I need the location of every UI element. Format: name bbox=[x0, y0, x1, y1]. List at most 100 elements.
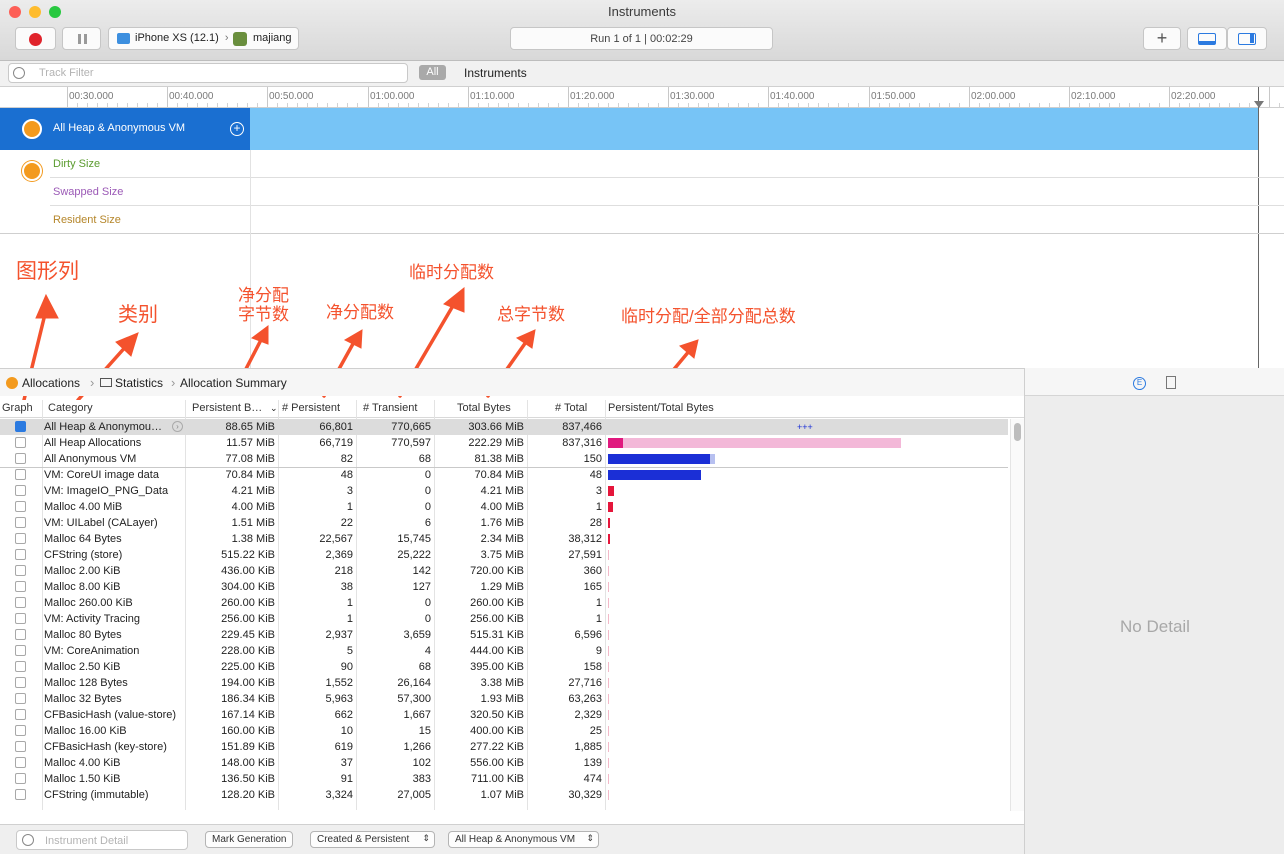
table-row[interactable]: VM: CoreUI image data 70.84 MiB 48 0 70.84 M… bbox=[0, 467, 1008, 483]
track-swapped-size[interactable]: Swapped Size bbox=[53, 186, 123, 198]
track-filter-field[interactable]: Track Filter bbox=[8, 63, 408, 83]
table-row[interactable]: Malloc 260.00 KiB 260.00 KiB 1 0 260.00 KiB 1 bbox=[0, 595, 1008, 611]
transient-cell: 127 bbox=[412, 581, 431, 593]
graph-checkbox[interactable] bbox=[15, 629, 26, 640]
graph-checkbox[interactable] bbox=[15, 741, 26, 752]
graph-checkbox[interactable] bbox=[15, 581, 26, 592]
table-scrollbar[interactable] bbox=[1010, 419, 1024, 811]
column-graph[interactable]: Graph bbox=[2, 402, 33, 414]
graph-checkbox[interactable] bbox=[15, 533, 26, 544]
graph-checkbox[interactable] bbox=[15, 565, 26, 576]
persistent-bytes-bar bbox=[608, 790, 609, 800]
track-resident-size[interactable]: Resident Size bbox=[53, 214, 121, 226]
graph-checkbox[interactable] bbox=[15, 549, 26, 560]
track-graph-all-heap[interactable] bbox=[250, 108, 1258, 150]
table-row[interactable]: Malloc 4.00 MiB 4.00 MiB 1 0 4.00 MiB 1 bbox=[0, 499, 1008, 515]
table-row[interactable]: VM: UILabel (CALayer) 1.51 MiB 22 6 1.76 MiB… bbox=[0, 515, 1008, 531]
table-row[interactable]: Malloc 64 Bytes 1.38 MiB 22,567 15,745 2.34 … bbox=[0, 531, 1008, 547]
graph-checkbox[interactable] bbox=[15, 437, 26, 448]
record-button[interactable] bbox=[15, 27, 56, 50]
playhead[interactable] bbox=[1258, 87, 1259, 369]
graph-checkbox[interactable] bbox=[15, 517, 26, 528]
scope-all-button[interactable]: All bbox=[419, 65, 446, 80]
graph-checkbox[interactable] bbox=[15, 709, 26, 720]
scrollbar-thumb[interactable] bbox=[1014, 423, 1021, 441]
graph-checkbox[interactable] bbox=[15, 421, 26, 432]
total-bytes-cell: 1.07 MiB bbox=[480, 789, 524, 801]
arrow-ratio-icon bbox=[679, 339, 699, 359]
table-row[interactable]: Malloc 4.00 KiB 148.00 KiB 37 102 556.00 KiB… bbox=[0, 755, 1008, 771]
table-row[interactable]: Malloc 8.00 KiB 304.00 KiB 38 127 1.29 MiB 16… bbox=[0, 579, 1008, 595]
focus-arrow-icon[interactable]: › bbox=[172, 421, 183, 432]
track-dirty-size[interactable]: Dirty Size bbox=[53, 158, 100, 170]
table-row[interactable]: Malloc 2.00 KiB 436.00 KiB 218 142 720.00 Ki… bbox=[0, 563, 1008, 579]
graph-checkbox[interactable] bbox=[15, 501, 26, 512]
persistent-bytes-bar bbox=[608, 502, 613, 512]
table-row[interactable]: Malloc 16.00 KiB 160.00 KiB 10 15 400.00 KiB… bbox=[0, 723, 1008, 739]
persistent-bytes-cell: 128.20 KiB bbox=[221, 789, 275, 801]
breadcrumb-statistics[interactable]: Statistics bbox=[115, 376, 163, 390]
mark-generation-button[interactable]: Mark Generation bbox=[205, 831, 294, 848]
persistent-bytes-cell: 11.57 MiB bbox=[226, 437, 275, 449]
column-total[interactable]: # Total bbox=[555, 402, 587, 414]
graph-checkbox[interactable] bbox=[15, 469, 26, 480]
table-row[interactable]: VM: CoreAnimation 228.00 KiB 5 4 444.00 KiB 9 bbox=[0, 643, 1008, 659]
column-category[interactable]: Category bbox=[48, 402, 93, 414]
column-persistent-total-bytes[interactable]: Persistent/Total Bytes bbox=[608, 402, 714, 414]
graph-checkbox[interactable] bbox=[15, 661, 26, 672]
toggle-right-panel-button[interactable] bbox=[1227, 27, 1267, 50]
column-total-bytes[interactable]: Total Bytes bbox=[457, 402, 511, 414]
table-row[interactable]: VM: Activity Tracing 256.00 KiB 1 0 256.00 K… bbox=[0, 611, 1008, 627]
column-transient[interactable]: # Transient bbox=[363, 402, 417, 414]
persistent-cell: 5 bbox=[346, 645, 353, 657]
graph-checkbox[interactable] bbox=[15, 485, 26, 496]
toggle-bottom-panel-button[interactable] bbox=[1187, 27, 1227, 50]
graph-checkbox[interactable] bbox=[15, 677, 26, 688]
target-selector[interactable]: iPhone XS (12.1) › majiang bbox=[108, 27, 299, 50]
graph-checkbox[interactable] bbox=[15, 693, 26, 704]
breadcrumb-allocations[interactable]: Allocations bbox=[22, 376, 80, 390]
device-name: iPhone XS (12.1) bbox=[135, 32, 219, 44]
table-row[interactable]: Malloc 80 Bytes 229.45 KiB 2,937 3,659 515.3… bbox=[0, 627, 1008, 643]
scope-instruments-button[interactable]: Instruments bbox=[464, 66, 527, 80]
add-instrument-button[interactable]: + bbox=[1143, 27, 1181, 50]
graph-checkbox[interactable] bbox=[15, 757, 26, 768]
table-row[interactable]: CFString (immutable) 128.20 KiB 3,324 27,00… bbox=[0, 787, 1008, 803]
total-cell: 25 bbox=[589, 725, 602, 737]
allocation-type-popup[interactable]: All Heap & Anonymous VM ⇕ bbox=[448, 831, 599, 848]
table-row[interactable]: All Heap & Anonymou… 88.65 MiB 66,801 770,6… bbox=[0, 419, 1008, 435]
document-icon[interactable] bbox=[1166, 376, 1176, 389]
graph-checkbox[interactable] bbox=[15, 789, 26, 800]
table-row[interactable]: All Heap Allocations 11.57 MiB 66,719 770,5… bbox=[0, 435, 1008, 451]
table-row[interactable]: VM: ImageIO_PNG_Data 4.21 MiB 3 0 4.21 MiB 3 bbox=[0, 483, 1008, 499]
graph-checkbox[interactable] bbox=[15, 613, 26, 624]
graph-checkbox[interactable] bbox=[15, 725, 26, 736]
add-track-icon[interactable]: + bbox=[230, 122, 244, 136]
table-row[interactable]: CFBasicHash (key-store) 151.89 KiB 619 1,26… bbox=[0, 739, 1008, 755]
table-row[interactable]: Malloc 2.50 KiB 225.00 KiB 90 68 395.00 KiB 1… bbox=[0, 659, 1008, 675]
category-cell: Malloc 4.00 MiB bbox=[44, 501, 123, 513]
graph-checkbox[interactable] bbox=[15, 453, 26, 464]
table-row[interactable]: Malloc 1.50 KiB 136.50 KiB 91 383 711.00 KiB… bbox=[0, 771, 1008, 787]
extended-detail-icon[interactable]: E bbox=[1133, 377, 1146, 390]
allocations-instrument-icon bbox=[22, 119, 42, 139]
lifespan-popup[interactable]: Created & Persistent ⇕ bbox=[310, 831, 435, 848]
allocation-table[interactable]: All Heap & Anonymou… 88.65 MiB 66,801 770,6… bbox=[0, 419, 1008, 811]
table-row[interactable]: CFBasicHash (value-store) 167.14 KiB 662 1,… bbox=[0, 707, 1008, 723]
ruler-tick bbox=[568, 87, 569, 107]
breadcrumb-allocation-summary[interactable]: Allocation Summary bbox=[180, 376, 287, 390]
table-row[interactable]: Malloc 128 Bytes 194.00 KiB 1,552 26,164 3.3… bbox=[0, 675, 1008, 691]
graph-checkbox[interactable] bbox=[15, 645, 26, 656]
column-persistent[interactable]: # Persistent bbox=[282, 402, 340, 414]
timeline-ruler[interactable]: 00:30.000 00:40.000 00:50.000 01:00.000 01:1… bbox=[0, 87, 1284, 108]
table-row[interactable]: All Anonymous VM 77.08 MiB 82 68 81.38 MiB 15… bbox=[0, 451, 1008, 467]
table-row[interactable]: CFString (store) 515.22 KiB 2,369 25,222 3.7… bbox=[0, 547, 1008, 563]
pause-button[interactable] bbox=[62, 27, 101, 50]
chevron-right-icon: › bbox=[171, 375, 176, 390]
track-header-all-heap[interactable]: All Heap & Anonymous VM + bbox=[0, 108, 250, 150]
instrument-detail-field[interactable]: Instrument Detail bbox=[16, 830, 188, 850]
table-row[interactable]: Malloc 32 Bytes 186.34 KiB 5,963 57,300 1.93… bbox=[0, 691, 1008, 707]
column-persistent-bytes[interactable]: Persistent B… bbox=[192, 402, 262, 414]
graph-checkbox[interactable] bbox=[15, 597, 26, 608]
graph-checkbox[interactable] bbox=[15, 773, 26, 784]
